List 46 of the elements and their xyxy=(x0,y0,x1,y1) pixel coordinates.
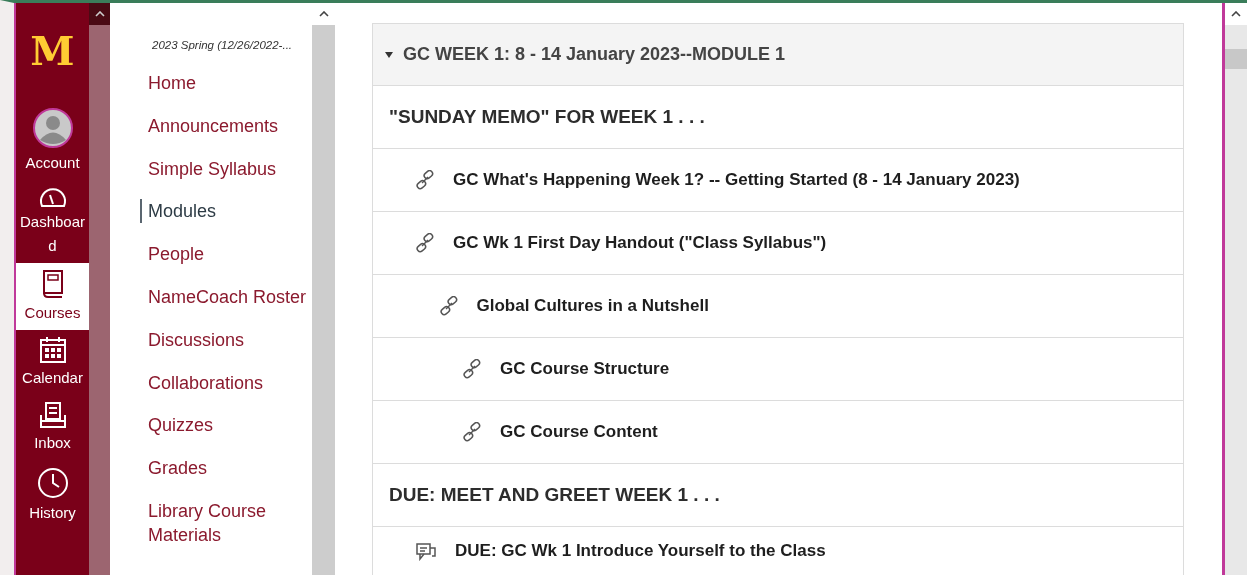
inbox-icon xyxy=(38,401,67,430)
chevron-up-icon xyxy=(94,11,105,17)
global-nav-item[interactable]: History xyxy=(16,460,89,530)
gauge-icon xyxy=(37,186,68,209)
chevron-up-icon xyxy=(1231,11,1241,17)
university-logo[interactable]: M xyxy=(30,31,75,71)
course-nav-link[interactable]: Modules xyxy=(140,199,308,224)
course-nav-link[interactable]: Simple Syllabus xyxy=(140,156,308,181)
scroll-up-button[interactable] xyxy=(89,3,110,25)
course-nav-link[interactable]: Discussions xyxy=(140,327,308,352)
link-icon xyxy=(462,422,482,442)
module-item-link[interactable]: GC Course Content xyxy=(500,422,658,442)
module-item-link[interactable]: GC Wk 1 First Day Handout ("Class Syllabus") xyxy=(453,233,827,253)
module-item-link[interactable]: Global Cultures in a Nutshell xyxy=(476,296,709,316)
link-icon xyxy=(415,170,435,190)
course-term: 2023 Spring (12/26/2022-... xyxy=(152,39,294,51)
link-icon xyxy=(438,296,459,316)
course-nav-link[interactable]: Collaborations xyxy=(140,370,308,395)
course-nav-link[interactable]: Home xyxy=(140,71,308,95)
scroll-up-button[interactable] xyxy=(1225,3,1247,25)
module-item-link[interactable]: GC What's Happening Week 1? -- Getting Started (8 - 14 January 2023) xyxy=(453,170,1020,190)
section-header: DUE: MEET AND GREET WEEK 1 . . . xyxy=(389,484,720,506)
global-nav-item[interactable]: Calendar xyxy=(16,330,89,396)
module-header[interactable]: GC WEEK 1: 8 - 14 January 2023--MODULE 1 xyxy=(373,24,1183,86)
calendar-icon xyxy=(38,336,67,364)
course-nav-link[interactable]: People xyxy=(140,242,308,267)
course-nav-link[interactable]: Announcements xyxy=(140,113,308,138)
clock-icon xyxy=(36,466,69,499)
caret-down-icon xyxy=(385,51,393,58)
course-nav-link[interactable]: NameCoach Roster xyxy=(140,285,308,309)
global-nav-item[interactable]: Courses xyxy=(16,262,89,330)
link-icon xyxy=(415,233,435,253)
module-item-link[interactable]: GC Course Structure xyxy=(500,359,670,379)
module-item-link[interactable]: DUE: GC Wk 1 Introduce Yourself to the Class xyxy=(455,541,826,561)
course-nav-link[interactable]: Library Course Materials xyxy=(140,498,308,547)
course-nav-link[interactable]: Grades xyxy=(140,456,308,481)
section-header: "SUNDAY MEMO" FOR WEEK 1 . . . xyxy=(389,106,705,128)
avatar-icon xyxy=(31,107,74,149)
chevron-up-icon xyxy=(318,11,329,17)
global-nav-item[interactable]: Inbox xyxy=(16,395,89,461)
global-nav-item[interactable]: Account xyxy=(16,101,89,181)
course-nav-link[interactable]: Quizzes xyxy=(140,413,308,438)
global-nav-item[interactable]: Dashboard xyxy=(16,180,89,263)
scrollbar-thumb[interactable] xyxy=(1225,49,1247,69)
discussion-icon xyxy=(415,541,437,561)
link-icon xyxy=(462,359,482,379)
